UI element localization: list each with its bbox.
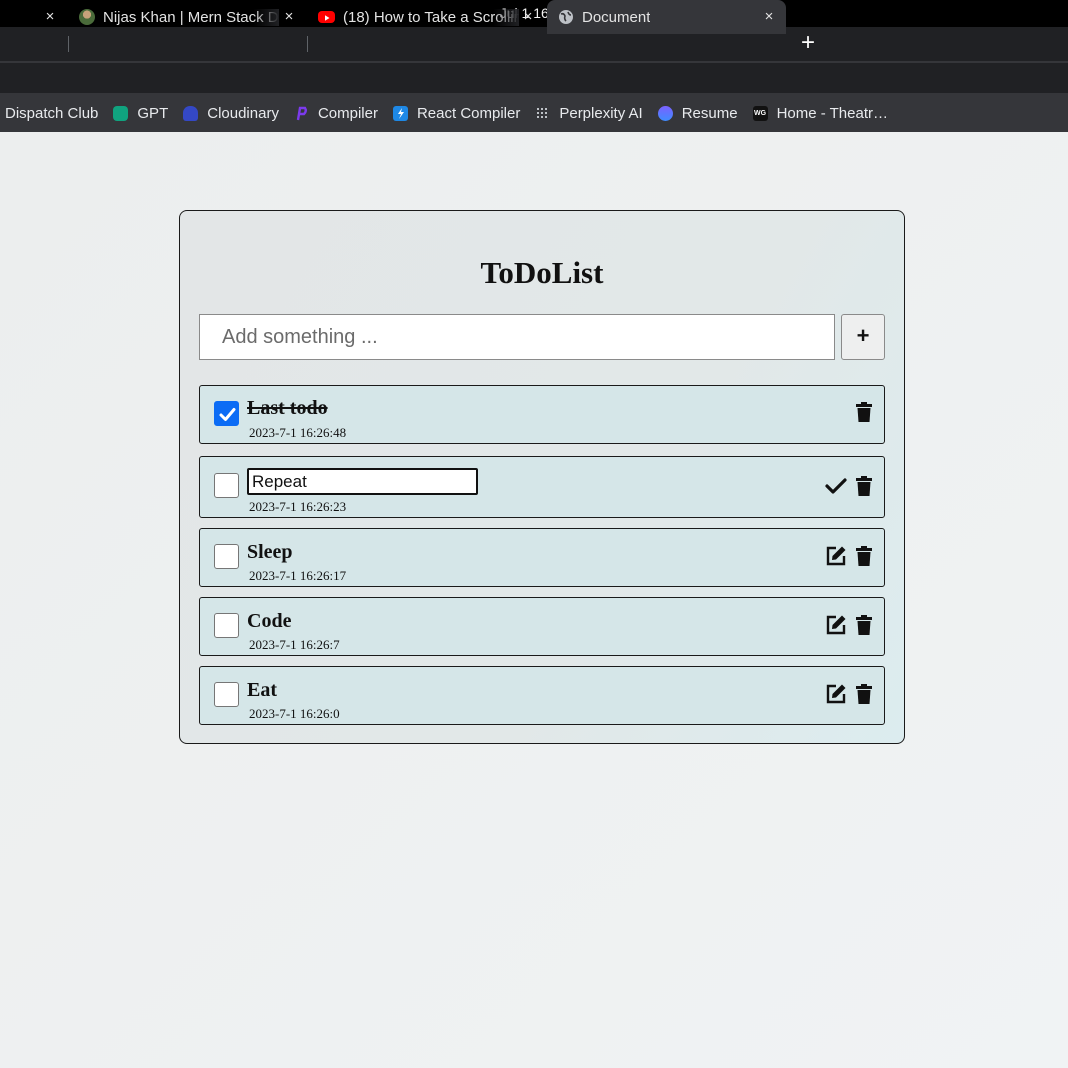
todo-timestamp: 2023-7-1 16:26:7 — [249, 637, 340, 652]
checkmark-icon[interactable] — [825, 475, 847, 497]
bookmark-label: Dispatch Club — [5, 105, 99, 122]
bookmark-label: Home - Theatr… — [776, 105, 889, 122]
tab-title: Nijas Khan | Mern Stack Developer — [103, 8, 279, 26]
todo-checkbox[interactable] — [214, 613, 239, 638]
todo-item: Code 2023-7-1 16:26:7 — [199, 597, 885, 656]
bookmark-dispatch-club[interactable]: Dispatch Club — [5, 105, 98, 122]
perplexity-icon — [535, 106, 550, 121]
todo-app-card: ToDoList + Last todo 2023-7-1 16:26:48 2… — [179, 210, 905, 744]
bookmark-perplexity[interactable]: Perplexity AI — [535, 105, 643, 122]
todo-timestamp: 2023-7-1 16:26:0 — [249, 706, 340, 721]
check-icon — [219, 408, 236, 421]
openai-icon — [113, 106, 129, 121]
tab-close-icon[interactable]: × — [761, 8, 777, 26]
todo-text: Eat — [247, 679, 277, 701]
tab-title: Document — [582, 8, 651, 26]
add-todo-input[interactable] — [199, 314, 835, 360]
bookmark-react-compiler[interactable]: React Compiler — [392, 105, 521, 122]
todo-item: Eat 2023-7-1 16:26:0 — [199, 666, 885, 725]
new-tab-button[interactable]: + — [797, 29, 819, 59]
bookmark-home-theatre[interactable]: WG Home - Theatr… — [752, 105, 889, 122]
todo-item: Last todo 2023-7-1 16:26:48 — [199, 385, 885, 444]
bookmark-label: Resume — [681, 105, 738, 122]
todo-checkbox[interactable] — [214, 682, 239, 707]
bookmark-gpt[interactable]: GPT — [113, 105, 168, 122]
todo-timestamp: 2023-7-1 16:26:17 — [249, 568, 347, 583]
tab-separator — [68, 36, 69, 52]
todo-checkbox[interactable] — [214, 401, 239, 426]
todo-edit-input[interactable] — [247, 468, 478, 495]
tab-nijas-khan[interactable]: Nijas Khan | Mern Stack Developer × — [79, 0, 307, 34]
tab-youtube[interactable]: (18) How to Take a Scrolling Screenshot … — [318, 0, 546, 34]
add-todo-button[interactable]: + — [841, 314, 885, 360]
edit-icon[interactable] — [825, 545, 847, 567]
trash-icon[interactable] — [853, 545, 875, 567]
profile-avatar-icon — [79, 9, 95, 25]
trash-icon[interactable] — [853, 475, 875, 497]
tab-close-icon[interactable]: × — [281, 8, 297, 26]
globe-icon — [558, 9, 574, 25]
todo-item: 2023-7-1 16:26:23 — [199, 456, 885, 518]
tab-title: (18) How to Take a Scrolling Screenshot — [343, 8, 519, 26]
bookmark-label: React Compiler — [416, 105, 521, 122]
tab-close-icon[interactable]: × — [42, 8, 58, 26]
bookmark-label: Perplexity AI — [559, 105, 643, 122]
tab-partial[interactable]: × — [0, 0, 68, 34]
wg-icon: WG — [752, 106, 768, 121]
youtube-icon — [318, 11, 335, 23]
todo-text: Code — [247, 610, 292, 632]
bookmark-resume[interactable]: Resume — [657, 105, 738, 122]
todo-timestamp: 2023-7-1 16:26:23 — [249, 499, 347, 514]
react-compiler-icon — [392, 106, 408, 121]
bookmark-label: Compiler — [317, 105, 378, 122]
resume-icon — [657, 106, 673, 121]
compiler-icon — [294, 106, 309, 121]
edit-icon[interactable] — [825, 614, 847, 636]
trash-icon[interactable] — [853, 683, 875, 705]
todo-timestamp: 2023-7-1 16:26:48 — [249, 425, 347, 440]
todo-checkbox[interactable] — [214, 473, 239, 498]
trash-icon[interactable] — [853, 401, 875, 423]
app-title: ToDoList — [480, 255, 604, 290]
bookmark-cloudinary[interactable]: Cloudinary — [183, 105, 279, 122]
address-bar[interactable] — [0, 63, 1068, 93]
bookmark-compiler[interactable]: Compiler — [294, 105, 378, 122]
trash-icon[interactable] — [853, 614, 875, 636]
bookmark-label: Cloudinary — [207, 105, 279, 122]
edit-icon[interactable] — [825, 683, 847, 705]
todo-text: Last todo — [247, 397, 328, 419]
bookmarks-bar: Dispatch Club GPT Cloudinary Compiler Re… — [0, 95, 1068, 132]
tab-document[interactable]: Document × — [547, 0, 786, 34]
cloudinary-icon — [183, 106, 199, 121]
todo-checkbox[interactable] — [214, 544, 239, 569]
todo-text: Sleep — [247, 541, 293, 563]
todo-item: Sleep 2023-7-1 16:26:17 — [199, 528, 885, 587]
tab-separator — [307, 36, 308, 52]
tab-close-icon[interactable]: × — [520, 8, 536, 26]
bookmark-label: GPT — [137, 105, 169, 122]
